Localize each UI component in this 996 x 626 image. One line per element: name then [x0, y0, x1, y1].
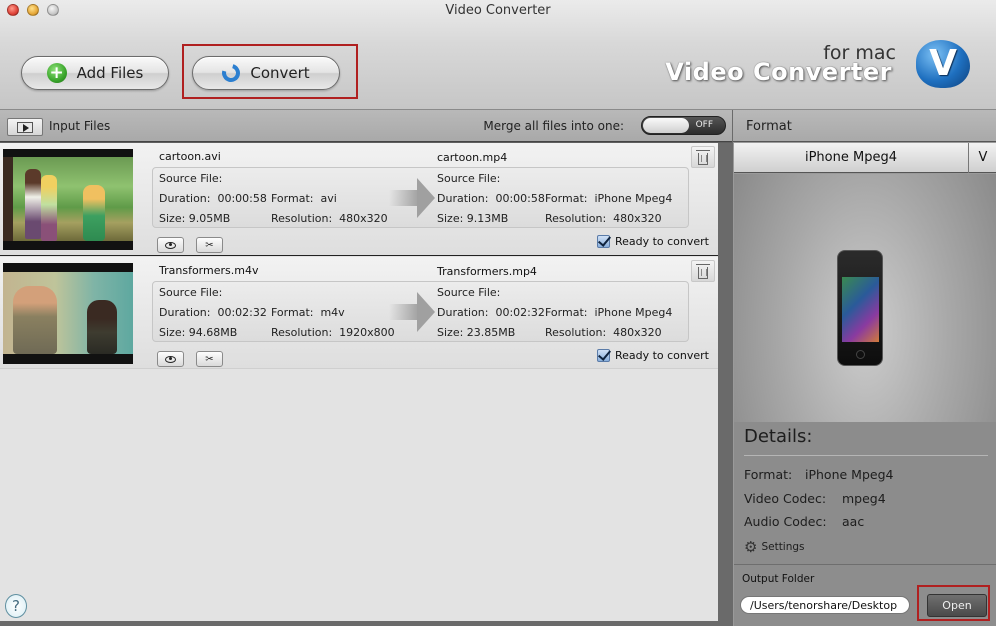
- detail-label-format: Format:: [744, 467, 793, 482]
- format-dropdown[interactable]: iPhone Mpeg4 V: [734, 143, 996, 173]
- delete-button[interactable]: [691, 260, 715, 282]
- source-format: Format: m4v: [271, 306, 345, 319]
- merge-toggle[interactable]: OFF: [641, 116, 726, 135]
- target-size: Size: 23.85MB: [437, 326, 516, 339]
- eye-icon: [165, 241, 176, 249]
- help-button[interactable]: ?: [5, 594, 27, 618]
- source-size: Size: 9.05MB: [159, 212, 231, 225]
- gear-icon: ⚙: [744, 538, 758, 556]
- logo-v-icon: V: [916, 40, 970, 88]
- input-files-button[interactable]: [7, 118, 43, 136]
- toggle-knob: [643, 118, 689, 133]
- checkbox-checked-icon: [596, 349, 610, 362]
- window-title: Video Converter: [445, 3, 551, 18]
- preview-button[interactable]: [157, 237, 184, 253]
- target-heading: Source File:: [437, 286, 501, 299]
- file-info-box: Source File: Duration: 00:00:58 Format: …: [152, 167, 689, 228]
- convert-button[interactable]: Convert: [192, 56, 340, 90]
- source-resolution: Resolution: 480x320: [271, 212, 388, 225]
- video-thumbnail: [3, 149, 133, 250]
- trash-icon: [696, 149, 710, 165]
- delete-button[interactable]: [691, 146, 715, 168]
- details-divider: [744, 455, 988, 456]
- logo-video-converter: Video Converter: [665, 58, 892, 86]
- file-row[interactable]: Transformers.m4v Transformers.mp4 Source…: [0, 257, 718, 369]
- format-header: Format: [733, 110, 996, 142]
- target-format: Format: iPhone Mpeg4: [545, 306, 673, 319]
- video-thumbnail: [3, 263, 133, 364]
- convert-arrow-icon: [389, 178, 437, 218]
- plus-icon: +: [46, 63, 67, 83]
- detail-value-audio-codec: aac: [842, 514, 865, 529]
- settings-button[interactable]: ⚙ Settings: [744, 538, 805, 556]
- detail-label-audio-codec: Audio Codec:: [744, 514, 827, 529]
- bottom-border: [0, 621, 732, 626]
- ready-label: Ready to convert: [614, 349, 709, 362]
- format-header-label: Format: [746, 119, 792, 134]
- file-row[interactable]: cartoon.avi cartoon.mp4 Source File: Dur…: [0, 143, 718, 256]
- file-list-scrollbar[interactable]: [718, 143, 732, 621]
- target-duration: Duration: 00:00:58: [437, 192, 545, 205]
- video-play-icon: [17, 121, 33, 133]
- target-size: Size: 9.13MB: [437, 212, 509, 225]
- iphone-icon: [837, 250, 883, 366]
- trash-icon: [696, 263, 710, 279]
- scissors-icon: ✂: [205, 239, 214, 251]
- target-filename: cartoon.mp4: [437, 151, 508, 164]
- target-heading: Source File:: [437, 172, 501, 185]
- detail-value-video-codec: mpeg4: [842, 491, 886, 506]
- source-heading: Source File:: [159, 286, 223, 299]
- details-section: Details: Format: iPhone Mpeg4 Video Code…: [734, 422, 996, 564]
- detail-label-video-codec: Video Codec:: [744, 491, 827, 506]
- output-folder-section: Output Folder /Users/tenorshare/Desktop …: [734, 564, 996, 626]
- input-files-header: Input Files Merge all files into one: OF…: [0, 110, 732, 142]
- convert-label: Convert: [250, 64, 310, 82]
- trim-button[interactable]: ✂: [196, 351, 223, 367]
- settings-label: Settings: [761, 541, 805, 553]
- input-files-label: Input Files: [49, 119, 111, 133]
- file-info-box: Source File: Duration: 00:02:32 Format: …: [152, 281, 689, 342]
- target-resolution: Resolution: 480x320: [545, 212, 662, 225]
- source-duration: Duration: 00:00:58: [159, 192, 267, 205]
- dropdown-caret-icon[interactable]: V: [968, 143, 996, 173]
- source-heading: Source File:: [159, 172, 223, 185]
- source-duration: Duration: 00:02:32: [159, 306, 267, 319]
- target-resolution: Resolution: 480x320: [545, 326, 662, 339]
- details-title: Details:: [744, 426, 813, 447]
- ready-to-convert-checkbox[interactable]: Ready to convert: [596, 235, 709, 248]
- format-panel: Format iPhone Mpeg4 V Details: Format: i…: [732, 110, 996, 626]
- source-filename: cartoon.avi: [159, 150, 221, 163]
- merge-label: Merge all files into one:: [483, 119, 624, 133]
- checkbox-checked-icon: [596, 235, 610, 248]
- add-files-button[interactable]: + Add Files: [21, 56, 169, 90]
- source-filename: Transformers.m4v: [159, 264, 259, 277]
- eye-icon: [165, 355, 176, 363]
- source-size: Size: 94.68MB: [159, 326, 238, 339]
- target-filename: Transformers.mp4: [437, 265, 537, 278]
- convert-arrow-icon: [389, 292, 437, 332]
- target-format: Format: iPhone Mpeg4: [545, 192, 673, 205]
- convert-refresh-icon: [219, 60, 244, 86]
- target-duration: Duration: 00:02:32: [437, 306, 545, 319]
- app-logo: for mac Video Converter V: [665, 38, 974, 92]
- detail-value-format: iPhone Mpeg4: [805, 467, 894, 482]
- scissors-icon: ✂: [205, 353, 214, 365]
- output-folder-path-field[interactable]: /Users/tenorshare/Desktop: [740, 596, 910, 614]
- toggle-state: OFF: [695, 120, 713, 130]
- trim-button[interactable]: ✂: [196, 237, 223, 253]
- format-selected-value: iPhone Mpeg4: [804, 150, 897, 165]
- ready-to-convert-checkbox[interactable]: Ready to convert: [596, 349, 709, 362]
- source-format: Format: avi: [271, 192, 337, 205]
- ready-label: Ready to convert: [614, 235, 709, 248]
- source-resolution: Resolution: 1920x800: [271, 326, 395, 339]
- output-folder-label: Output Folder: [742, 573, 815, 585]
- preview-button[interactable]: [157, 351, 184, 367]
- open-folder-button[interactable]: Open: [927, 594, 987, 617]
- add-files-label: Add Files: [76, 64, 144, 82]
- title-toolbar: Video Converter + Add Files Convert for …: [0, 0, 996, 110]
